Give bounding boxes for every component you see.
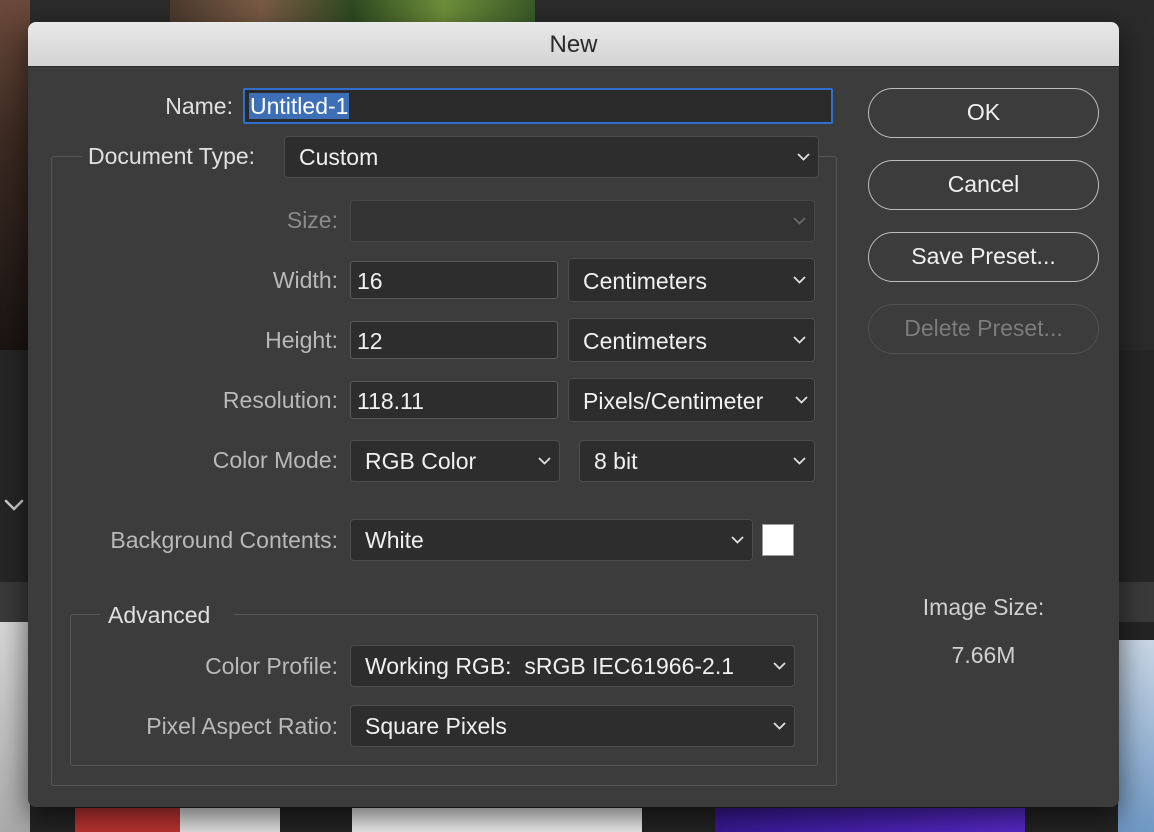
background-thumbnail xyxy=(180,808,280,832)
width-input[interactable]: 16 xyxy=(350,261,558,299)
chevron-down-icon xyxy=(772,646,786,686)
height-label: Height: xyxy=(265,327,338,353)
chevron-down-icon xyxy=(792,201,806,241)
bit-depth-select[interactable]: 8 bit xyxy=(579,440,815,482)
image-size-label: Image Size: xyxy=(922,594,1045,620)
document-type-label: Document Type: xyxy=(82,143,284,170)
height-unit-value: Centimeters xyxy=(583,328,707,354)
width-unit-value: Centimeters xyxy=(583,268,707,294)
resolution-label: Resolution: xyxy=(222,387,338,413)
name-label: Name: xyxy=(165,93,233,119)
width-unit-select[interactable]: Centimeters xyxy=(568,258,815,302)
chevron-down-icon xyxy=(730,520,744,560)
background-contents-label: Background Contents: xyxy=(110,527,338,553)
dialog-title: New xyxy=(28,22,1119,67)
chevron-down-icon xyxy=(792,259,806,301)
color-mode-label: Color Mode: xyxy=(212,447,338,473)
color-mode-select[interactable]: RGB Color xyxy=(350,440,560,482)
color-profile-select[interactable]: Working RGB: sRGB IEC61966-2.1 xyxy=(350,645,795,687)
pixel-aspect-ratio-select[interactable]: Square Pixels xyxy=(350,705,795,747)
background-contents-select[interactable]: White xyxy=(350,519,753,561)
background-thumbnail xyxy=(75,808,180,832)
height-unit-select[interactable]: Centimeters xyxy=(568,318,815,362)
new-document-dialog: New Name: Untitled-1 Document Type: Cust… xyxy=(28,22,1119,807)
background-photo-left xyxy=(0,0,30,350)
background-color-swatch[interactable] xyxy=(762,524,794,556)
size-label: Size: xyxy=(286,207,338,233)
ok-button[interactable]: OK xyxy=(868,88,1099,138)
document-type-value: Custom xyxy=(299,144,379,170)
height-input[interactable]: 12 xyxy=(350,321,558,359)
chevron-down-icon xyxy=(792,441,806,481)
bit-depth-value: 8 bit xyxy=(594,448,638,474)
pixel-aspect-ratio-value: Square Pixels xyxy=(365,713,507,739)
pixel-aspect-ratio-label: Pixel Aspect Ratio: xyxy=(146,713,338,739)
chevron-down-icon xyxy=(792,319,806,361)
size-select[interactable] xyxy=(350,200,815,242)
delete-preset-button[interactable]: Delete Preset... xyxy=(868,304,1099,354)
cancel-button[interactable]: Cancel xyxy=(868,160,1099,210)
image-size-value: 7.66M xyxy=(951,642,1016,668)
color-profile-label: Color Profile: xyxy=(205,653,338,679)
document-type-select[interactable]: Custom xyxy=(284,136,819,178)
background-photo-top xyxy=(170,0,535,22)
chevron-down-icon xyxy=(537,441,551,481)
background-thumbnail xyxy=(1118,640,1154,832)
save-preset-button[interactable]: Save Preset... xyxy=(868,232,1099,282)
chevron-down-icon xyxy=(794,379,808,421)
resolution-unit-select[interactable]: Pixels/Centimeter xyxy=(568,378,815,422)
background-thumbnail xyxy=(0,622,30,832)
chevron-down-icon xyxy=(772,706,786,746)
background-thumbnail xyxy=(715,808,1025,832)
background-thumbnail xyxy=(352,808,642,832)
advanced-title: Advanced xyxy=(100,602,234,629)
color-profile-value: Working RGB: sRGB IEC61966-2.1 xyxy=(365,653,734,679)
width-label: Width: xyxy=(272,267,338,293)
name-input[interactable]: Untitled-1 xyxy=(243,88,833,124)
chevron-down-icon[interactable] xyxy=(4,498,24,518)
background-contents-value: White xyxy=(365,527,424,553)
resolution-unit-value: Pixels/Centimeter xyxy=(583,388,764,414)
chevron-down-icon xyxy=(796,137,810,177)
resolution-input[interactable]: 118.11 xyxy=(350,381,558,419)
name-input-value: Untitled-1 xyxy=(249,93,350,119)
color-mode-value: RGB Color xyxy=(365,448,477,474)
